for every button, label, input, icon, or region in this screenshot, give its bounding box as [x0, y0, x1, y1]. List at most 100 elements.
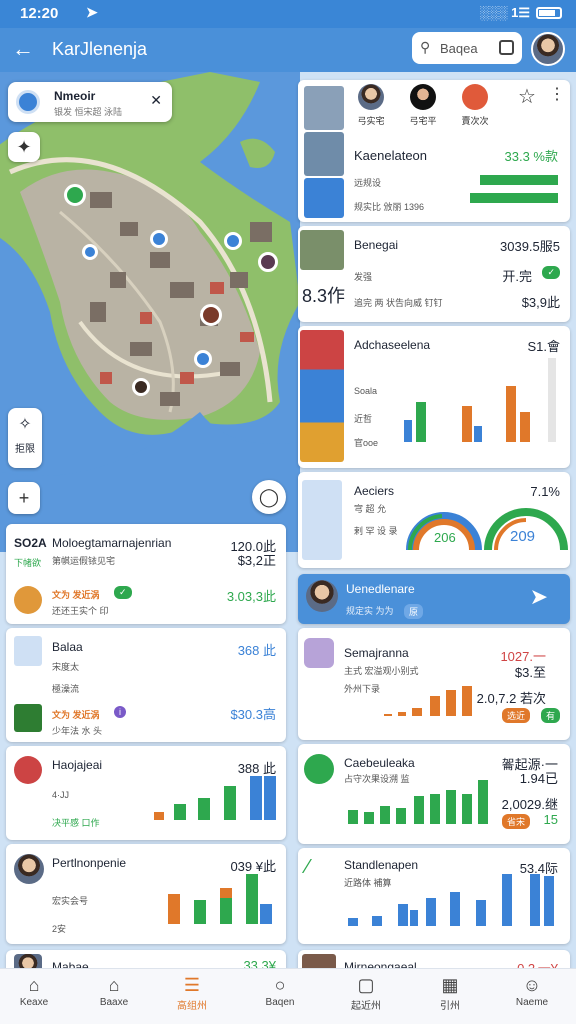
card-side: 8.3作 — [302, 286, 346, 306]
chart-bar — [348, 810, 358, 824]
search-icon: ⚲ — [420, 39, 431, 55]
scan-icon[interactable] — [499, 40, 514, 55]
card-value2: 开.完 — [502, 269, 532, 284]
chart-bar — [264, 776, 276, 820]
chart-bar — [446, 790, 456, 824]
avatar — [14, 586, 42, 614]
map-marker-icon[interactable] — [132, 378, 150, 396]
compass-button[interactable]: ✦ — [8, 132, 40, 162]
map-marker-icon[interactable] — [224, 232, 242, 250]
right-card[interactable]: Adchaseelena Soala 近哲 官ooe S1.會 — [298, 326, 570, 468]
card-sub: 宆 超 允 — [354, 504, 387, 514]
row-sub2: 规实比 攽丽 1396 — [354, 202, 425, 212]
tab-label: 弓实宅 — [357, 116, 385, 126]
chart-bar — [194, 900, 206, 924]
nav-item-list[interactable]: ☰ 高组州 — [160, 975, 224, 1012]
location-subtitle: 银发 恒宋超 泳陆 — [54, 107, 123, 117]
back-arrow-icon[interactable]: ← — [12, 36, 34, 62]
map-marker-icon[interactable] — [258, 252, 278, 272]
layers-control[interactable]: ✧ 拒限 — [8, 408, 42, 468]
home-icon: ⌂ — [28, 975, 40, 995]
map-marker-icon[interactable] — [64, 184, 86, 206]
card-value: 039 ¥此 — [230, 859, 276, 874]
avatar — [462, 84, 488, 110]
chart-bar — [404, 420, 412, 442]
map-marker-icon[interactable] — [200, 304, 222, 326]
layers-icon[interactable]: ✧ — [8, 414, 42, 434]
location-pin-icon — [16, 90, 40, 114]
tag-badge: 省宋 — [501, 814, 530, 829]
chart-bar — [246, 874, 258, 924]
card-value: 368 此 — [237, 643, 276, 658]
map-marker-icon[interactable] — [194, 350, 212, 368]
status-time: 12:20 — [20, 5, 59, 22]
nav-item-home[interactable]: ⌂ Keaxe — [2, 975, 66, 1008]
signpost-icon[interactable]: ➤ — [530, 584, 548, 610]
chat-icon: ○ — [274, 975, 286, 995]
zoom-in-button[interactable]: + — [8, 482, 40, 514]
nav-label: 起近州 — [351, 1001, 381, 1012]
avatar — [14, 756, 42, 784]
list-icon: ☰ — [183, 975, 201, 995]
card-title: Standlenapen — [344, 858, 419, 872]
map-view[interactable] — [0, 72, 300, 552]
plant-icon — [14, 704, 42, 732]
tab-2[interactable]: 弓宅平 — [398, 84, 448, 127]
left-card[interactable]: SO2A Moloegtamarnajenrian 下帾欲 第帺运假铱见宅 12… — [6, 524, 286, 624]
search-input[interactable]: ⚲ Baqea — [412, 32, 522, 64]
right-card[interactable]: 8.3作 Benegai 发强 追完 两 状告向威 钉钉 3039.5服5 开.… — [298, 226, 570, 322]
left-card[interactable]: Haojajeai 4·JJ 决平感 口作 388 此 — [6, 746, 286, 840]
card-sub: Soala — [354, 386, 378, 396]
card-title: Haojajeai — [52, 758, 103, 772]
tab-1[interactable]: 弓实宅 — [346, 84, 396, 127]
chart-bar — [462, 406, 472, 442]
chart-bar — [412, 708, 422, 716]
bag-icon: ▢ — [357, 975, 375, 995]
left-card[interactable]: Balaa 宋度太 極澡流 文为 发近涡 i 少年法 水 头 368 此 $30… — [6, 628, 286, 742]
profile-avatar[interactable] — [531, 32, 565, 66]
chart-bar — [154, 812, 164, 820]
card-value: 3039.5服5 — [500, 239, 560, 254]
calendar-icon: ▦ — [441, 975, 459, 995]
map-marker-icon[interactable] — [150, 230, 168, 248]
right-card[interactable]: Caebeuleaka 占守次果设溯 监 嗧起源·一 1.94已 2,0029.… — [298, 744, 570, 844]
right-card[interactable]: ⁄ Standlenapen 近路体 補算 53.4际 — [298, 848, 570, 944]
leaf-icon — [304, 754, 334, 784]
check-icon: ✓ — [542, 266, 560, 279]
section-header[interactable]: Uenedlenare 规定实 为为 原 ➤ — [298, 574, 570, 624]
bar-chart — [348, 874, 558, 926]
locate-button[interactable]: ◯ — [252, 480, 286, 514]
card-sub2: 外州下录 — [344, 684, 381, 694]
nav-item-calendar[interactable]: ▦ 引州 — [418, 975, 482, 1012]
card-title: Caebeuleaka — [344, 756, 415, 770]
app-bar: ← KarJlenenja ⚲ Baqea — [0, 28, 576, 72]
tab-3[interactable]: 賣次次 — [450, 84, 500, 127]
chart-bar — [380, 806, 390, 824]
location-card[interactable]: Nmeoir 银发 恒宋超 泳陆 ✕ — [8, 82, 172, 122]
tag-badge: 选近 — [501, 708, 530, 723]
right-card[interactable]: Aeciers 宆 超 允 剌 罕 设 录 7.1% 206 209 — [298, 472, 570, 568]
thumbnail-image — [304, 86, 344, 130]
tag-badge: 原 — [404, 604, 424, 619]
close-icon[interactable]: ✕ — [150, 92, 162, 109]
left-card[interactable]: Pertlnonpenie 宏实会号 2安 039 ¥此 — [6, 844, 286, 944]
nav-item-bag[interactable]: ▢ 起近州 — [334, 975, 398, 1012]
map-marker-icon[interactable] — [82, 244, 98, 260]
house-icon: ⌂ — [108, 975, 120, 995]
chart-bar — [462, 686, 472, 716]
nav-item-profile[interactable]: ☺ Naeme — [500, 975, 564, 1008]
nav-item-house[interactable]: ⌂ Baaxe — [82, 975, 146, 1008]
signal-icon: ░░░ 1☰ — [479, 5, 530, 20]
card-value2: $3,2正 — [237, 553, 276, 568]
card-value2: $3.至 — [514, 665, 546, 680]
chart-bar — [198, 798, 210, 820]
card-tag2: 15 — [543, 812, 558, 827]
card-sub2: 極澡流 — [52, 684, 80, 694]
right-card[interactable]: Semajranna 主式 宏溢观小别式 外州下录 1027.一 $3.至 2.… — [298, 628, 570, 740]
chart-bar — [548, 358, 556, 442]
more-icon[interactable]: ⋮ — [532, 84, 576, 104]
gauge-value: 209 — [510, 528, 536, 545]
bar-chart — [382, 682, 476, 716]
nav-item-chat[interactable]: ○ Baqen — [248, 975, 312, 1008]
row-sub: 远规设 — [354, 178, 382, 188]
